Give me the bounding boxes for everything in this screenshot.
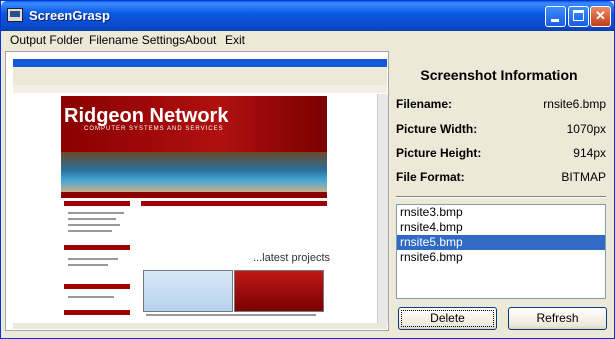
preview-site-tagline: COMPUTER SYSTEMS AND SERVICES [84, 126, 224, 132]
preview-section-bar [141, 201, 327, 206]
preview-browser-statusbar [13, 323, 387, 329]
info-label: Picture Width: [396, 122, 478, 136]
preview-text-line [68, 264, 108, 266]
menu-filename-settings[interactable]: Filename Settings [89, 33, 185, 47]
close-button[interactable]: ✕ [590, 6, 611, 27]
preview-projects-heading: ...latest projects [253, 252, 330, 264]
panel-divider [396, 196, 606, 198]
menu-about[interactable]: About [185, 33, 216, 47]
preview-project-thumbnail [234, 270, 324, 312]
minimize-icon [551, 19, 559, 22]
preview-section-bar [64, 310, 130, 315]
preview-section-bar [64, 284, 130, 289]
info-label: Picture Height: [396, 146, 482, 160]
app-window: ScreenGrasp ✕ Output Folder Filename Set… [0, 0, 615, 339]
preview-text-line [68, 296, 114, 298]
screenshot-info-panel: Screenshot Information Filename: rnsite6… [393, 51, 609, 201]
file-list[interactable]: rnsite3.bmp rnsite4.bmp rnsite5.bmp rnsi… [396, 204, 606, 299]
screenshot-preview: Ridgeon Network COMPUTER SYSTEMS AND SER… [5, 51, 389, 331]
info-row-width: Picture Width: 1070px [396, 122, 606, 138]
preview-text-line [68, 218, 116, 220]
menu-output-folder[interactable]: Output Folder [10, 33, 83, 47]
info-value: 914px [573, 146, 606, 160]
preview-text-line [68, 224, 120, 226]
file-list-item[interactable]: rnsite4.bmp [397, 220, 605, 235]
info-title: Screenshot Information [420, 67, 578, 83]
title-bar[interactable]: ScreenGrasp ✕ [1, 1, 614, 31]
preview-section-bar [64, 201, 130, 206]
window-title: ScreenGrasp [29, 8, 110, 23]
preview-browser-address-bar [13, 85, 387, 93]
minimize-button[interactable] [545, 6, 566, 27]
app-window-icon[interactable] [7, 8, 23, 22]
preview-scrollbar [377, 94, 388, 324]
preview-text-line [68, 258, 118, 260]
maximize-icon [573, 10, 584, 21]
info-value: 1070px [566, 122, 606, 136]
menu-bar: Output Folder Filename Settings About Ex… [1, 31, 614, 49]
file-list-item[interactable]: rnsite3.bmp [397, 205, 605, 220]
preview-browser-toolbar [13, 67, 387, 86]
preview-section-bar [64, 245, 130, 250]
file-list-item[interactable]: rnsite6.bmp [397, 250, 605, 265]
info-label: File Format: [396, 170, 465, 184]
preview-hero-image [61, 152, 327, 192]
preview-projects-accent: ...latest [253, 252, 289, 264]
maximize-button[interactable] [568, 6, 589, 27]
info-row-format: File Format: BITMAP [396, 170, 606, 186]
info-row-filename: Filename: rnsite6.bmp [396, 97, 606, 113]
refresh-button[interactable]: Refresh [508, 307, 607, 330]
info-value: rnsite6.bmp [543, 97, 606, 111]
delete-button[interactable]: Delete [398, 307, 497, 330]
preview-text-line [146, 314, 316, 316]
info-label: Filename: [396, 97, 453, 111]
info-row-height: Picture Height: 914px [396, 146, 606, 162]
preview-browser-titlebar [13, 59, 387, 67]
info-value: BITMAP [561, 170, 606, 184]
preview-text-line [68, 230, 112, 232]
file-list-item-selected[interactable]: rnsite5.bmp [397, 235, 605, 250]
preview-site-logo: Ridgeon Network [64, 105, 229, 127]
preview-text-line [68, 212, 124, 214]
menu-exit[interactable]: Exit [225, 33, 245, 47]
close-icon: ✕ [595, 8, 606, 23]
preview-projects-word: projects [288, 252, 331, 264]
preview-project-thumbnail [143, 270, 233, 312]
